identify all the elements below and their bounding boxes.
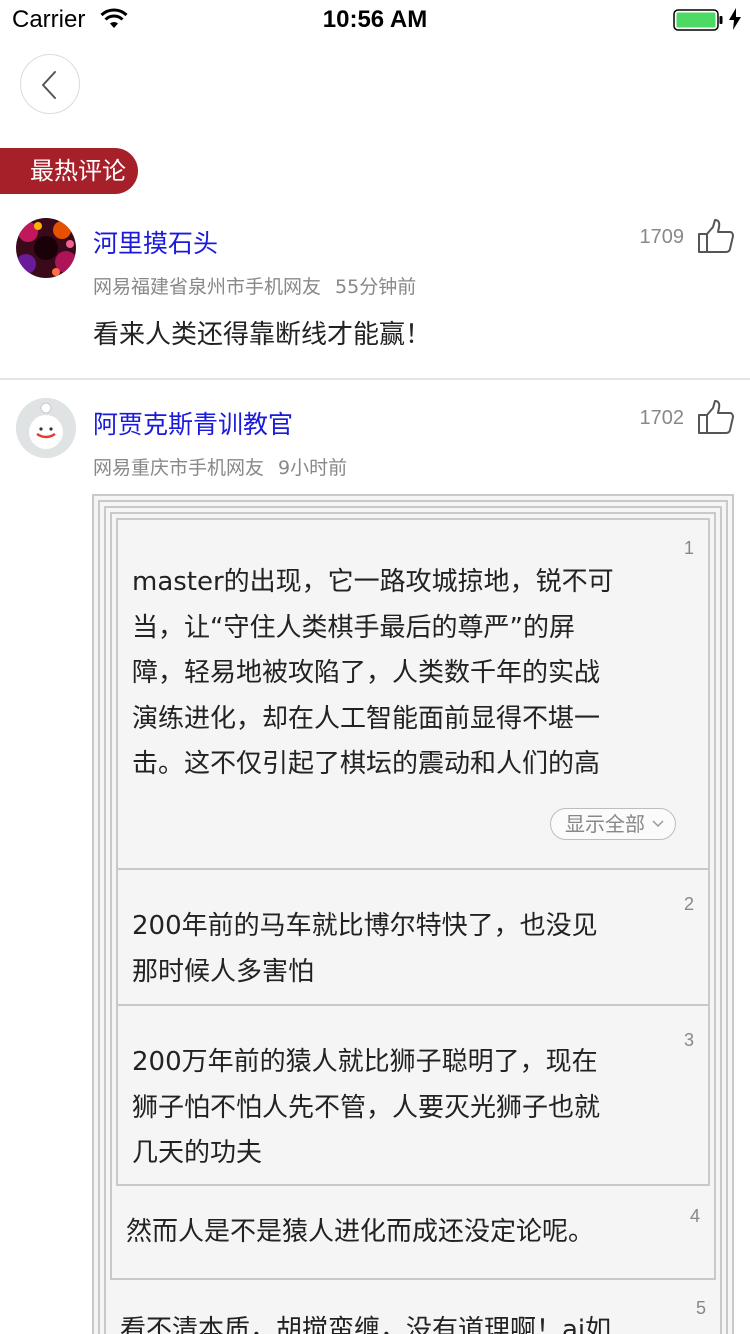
floor-line: 当，让“守住人类棋手最后的尊严”的屏: [132, 612, 575, 643]
status-time: 10:56 AM: [322, 6, 428, 33]
comment-meta: 网易重庆市手机网友 9小时前: [93, 453, 347, 480]
avatar[interactable]: [16, 218, 76, 278]
floor-line: 那时候人多害怕: [132, 956, 315, 987]
floor-line: 击。这不仅引起了棋坛的震动和人们的高: [132, 749, 601, 779]
chevron-down-icon: [652, 820, 664, 828]
thumbs-up-icon[interactable]: [696, 218, 736, 254]
comment-time: 55分钟前: [335, 276, 417, 298]
avatar[interactable]: [16, 398, 76, 458]
floor-text: 然而人是不是猿人进化而成还没定论呢。: [126, 1210, 692, 1256]
comment-text[interactable]: 看来人类还得靠断线才能赢！: [93, 314, 431, 351]
show-all-button[interactable]: 显示全部: [550, 808, 676, 840]
floor-text: master的出现，它一路攻城掠地，锐不可 当，让“守住人类棋手最后的尊严”的屏…: [132, 560, 686, 788]
floor-line: master的出现，它一路攻城掠地，锐不可: [132, 567, 614, 597]
back-button[interactable]: [20, 54, 80, 114]
chevron-left-icon: [42, 71, 56, 99]
hot-comments-tag: 最热评论: [0, 148, 138, 194]
floor-line: 然而人是不是猿人进化而成还没定论呢。: [126, 1217, 595, 1247]
floor-line: 几天的功夫: [132, 1138, 263, 1168]
show-all-label: 显示全部: [565, 812, 645, 836]
user-location: 网易福建省泉州市手机网友: [93, 276, 322, 298]
username[interactable]: 阿贾克斯青训教官: [93, 405, 293, 441]
floor-line: 演练进化，却在人工智能面前显得不堪一: [132, 703, 601, 734]
floor-line: 障，轻易地被攻陷了，人类数千年的实战: [132, 658, 601, 688]
username[interactable]: 河里摸石头: [93, 224, 218, 260]
comment-meta: 网易福建省泉州市手机网友 55分钟前: [93, 272, 416, 299]
comment-divider: [0, 378, 750, 380]
floor-line: 看不清本质，胡搅蛮缠，没有道理啊！ai如: [120, 1315, 612, 1334]
floor-line: 200万年前的猿人就比狮子聪明了，现在: [132, 1047, 598, 1077]
floor-line: 200年前的马车就比博尔特快了，也没见: [132, 911, 598, 941]
thumbs-up-icon[interactable]: [696, 399, 736, 435]
quote-floor-1[interactable]: 1 master的出现，它一路攻城掠地，锐不可 当，让“守住人类棋手最后的尊严”…: [116, 518, 710, 870]
floor-text: 200年前的马车就比博尔特快了，也没见 那时候人多害怕: [132, 904, 686, 995]
quote-floor-5[interactable]: 5 看不清本质，胡搅蛮缠，没有道理啊！ai如: [104, 1282, 722, 1334]
like-count: 1702: [639, 407, 685, 429]
like-count: 1709: [639, 226, 685, 248]
floor-line: 狮子怕不怕人先不管，人要灭光狮子也就: [132, 1092, 601, 1123]
floor-number: 5: [695, 1298, 706, 1318]
floor-number: 1: [683, 538, 694, 558]
comment-time: 9小时前: [278, 457, 348, 479]
floor-text: 200万年前的猿人就比狮子聪明了，现在 狮子怕不怕人先不管，人要灭光狮子也就 几…: [132, 1040, 686, 1177]
charging-bolt-icon: [729, 8, 741, 30]
battery-icon: [673, 9, 723, 31]
user-location: 网易重庆市手机网友: [93, 457, 265, 479]
status-bar: Carrier 10:56 AM: [0, 0, 750, 40]
floor-text: 看不清本质，胡搅蛮缠，没有道理啊！ai如: [120, 1308, 696, 1334]
